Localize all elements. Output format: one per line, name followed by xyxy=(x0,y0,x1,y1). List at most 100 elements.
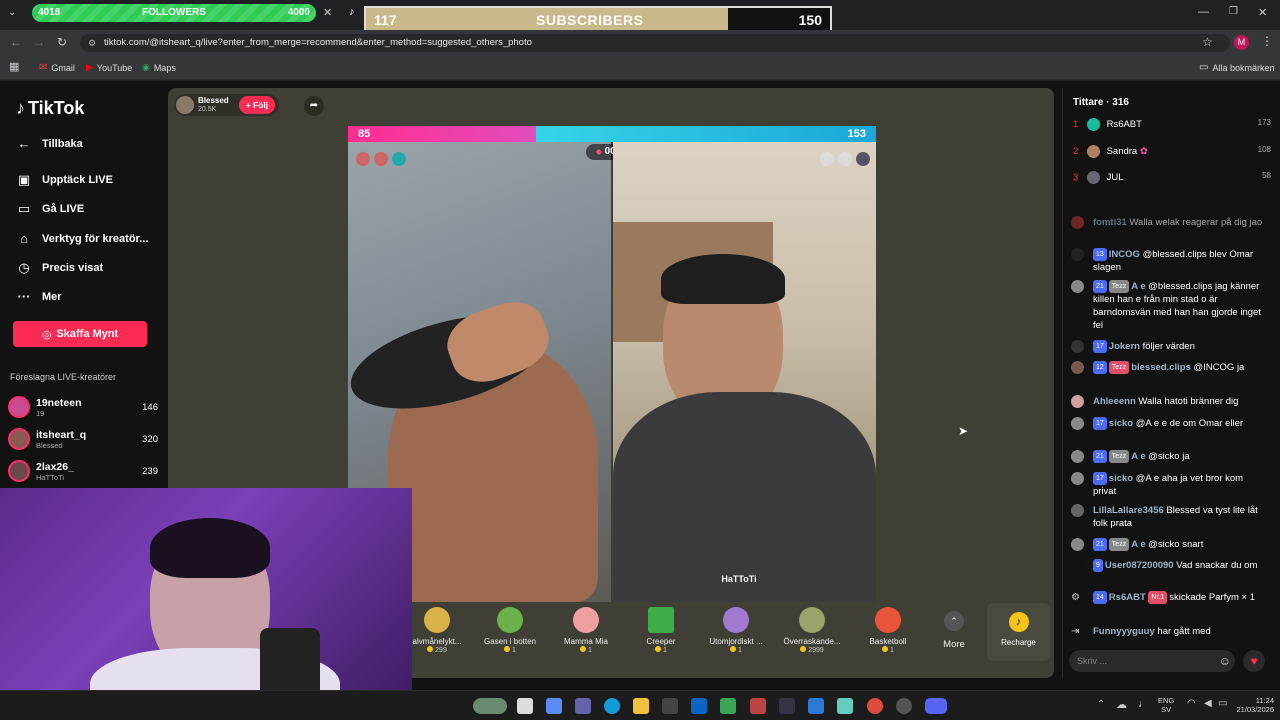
window-close-icon[interactable]: ✕ xyxy=(1258,6,1267,19)
chat-message: 13 INCOG @blessed.clips blev Omar slagen xyxy=(1071,248,1267,274)
gift-more-button[interactable]: ⌃ More xyxy=(917,607,991,650)
edge-icon[interactable] xyxy=(604,698,620,714)
gift-item[interactable]: Överraskande... 2999 xyxy=(775,607,849,654)
tab-search-chevron-icon[interactable]: ⌄ xyxy=(8,7,16,18)
url-field[interactable]: ⚙ tiktok.com/@itsheart_q/live?enter_from… xyxy=(80,34,1230,52)
suggested-creator[interactable]: itsheart_q Blessed 320 xyxy=(8,428,158,450)
bookmark-maps[interactable]: ◉ Maps xyxy=(142,62,176,73)
gift-icon xyxy=(497,607,523,633)
gift-item[interactable]: Creeper 1 xyxy=(624,607,698,654)
file-explorer-icon[interactable] xyxy=(633,698,649,714)
copilot-icon[interactable] xyxy=(546,698,562,714)
youtube-icon: ▶ xyxy=(86,62,93,72)
tray-chevron-up-icon[interactable]: ⌃ xyxy=(1097,699,1105,710)
tiktok-tab-icon[interactable]: ♪ xyxy=(349,6,355,18)
tab-close-icon[interactable]: ✕ xyxy=(323,6,332,19)
back-link[interactable]: ← Tillbaka xyxy=(16,136,83,152)
avatar[interactable] xyxy=(820,152,834,166)
bookmark-star-icon[interactable]: ☆ xyxy=(1202,35,1213,49)
bookmark-gmail[interactable]: ✉ Gmail xyxy=(39,62,75,73)
emoji-icon[interactable]: ☺ xyxy=(1219,650,1231,672)
discord-icon[interactable] xyxy=(925,698,947,714)
clock[interactable]: 11:24 21/03/2026 xyxy=(1226,696,1274,714)
volume-icon[interactable]: ◀ xyxy=(1204,698,1212,709)
get-coins-button[interactable]: ◎ Skaffa Mynt xyxy=(13,321,147,347)
follow-button[interactable]: + Följ xyxy=(238,96,276,114)
gift-item[interactable]: Gasen i botten 1 xyxy=(473,607,547,654)
microphone-icon[interactable]: ♩ xyxy=(1138,698,1149,710)
app-icon[interactable] xyxy=(779,698,795,714)
avatar[interactable] xyxy=(1071,417,1084,430)
chat-input[interactable]: Skriv ... ☺ xyxy=(1069,650,1235,672)
like-heart-icon[interactable]: ♥ xyxy=(1243,650,1265,672)
chat-message: 21 Tezz A e @sicko snart xyxy=(1071,538,1267,551)
teams-icon[interactable] xyxy=(575,698,591,714)
widgets-icon[interactable] xyxy=(473,698,507,714)
viewer-row[interactable]: 2 Sandra ✿ 108 xyxy=(1073,145,1271,158)
gift-item[interactable]: Basketboll 1 xyxy=(851,607,925,654)
avatar[interactable] xyxy=(1071,472,1084,485)
gift-icon xyxy=(648,607,674,633)
avatar[interactable] xyxy=(356,152,370,166)
viewer-row[interactable]: 3 JUL 58 xyxy=(1073,171,1271,184)
gift-item[interactable]: Mamma Mia 1 xyxy=(549,607,623,654)
right-live-video[interactable]: HaTToTi xyxy=(613,142,876,602)
all-bookmarks[interactable]: ▭ Alla bokmärken xyxy=(1199,62,1274,73)
restore-icon[interactable]: ❐ xyxy=(1229,6,1238,17)
avatar[interactable] xyxy=(374,152,388,166)
app-icon[interactable] xyxy=(837,698,853,714)
language-switcher[interactable]: ENG SV xyxy=(1158,696,1174,714)
avatar[interactable] xyxy=(1071,280,1084,293)
app-icon[interactable] xyxy=(808,698,824,714)
host-avatar[interactable] xyxy=(176,96,194,114)
back-arrow-icon[interactable]: ← xyxy=(10,35,22,49)
recharge-button[interactable]: ♪ Recharge xyxy=(987,603,1050,661)
avatar[interactable] xyxy=(1071,248,1084,261)
avatar[interactable] xyxy=(1071,395,1084,408)
avatar[interactable] xyxy=(838,152,852,166)
bookmark-youtube[interactable]: ▶ YouTube xyxy=(86,62,132,73)
shield-icon[interactable] xyxy=(720,698,736,714)
avatar[interactable] xyxy=(1071,504,1084,517)
nav-recently-viewed[interactable]: ◷ Precis visat xyxy=(16,260,103,276)
avatar[interactable] xyxy=(1071,340,1084,353)
share-icon[interactable]: ➦ xyxy=(304,96,324,116)
viewer-row[interactable]: 1 Rs6ABT 173 xyxy=(1073,118,1271,131)
avatar[interactable] xyxy=(1071,538,1084,551)
avatar[interactable] xyxy=(1071,559,1084,572)
chat-message: ⇥ Funnyyyguuy har gått med xyxy=(1071,626,1211,637)
gift-icon: ⚙ xyxy=(1071,592,1080,603)
profile-avatar[interactable]: M xyxy=(1234,35,1249,50)
minimize-icon[interactable]: — xyxy=(1198,6,1209,18)
wifi-icon[interactable]: ◠ xyxy=(1187,698,1196,709)
coin-icon xyxy=(655,646,662,652)
apps-grid-icon[interactable]: ▦ xyxy=(9,60,19,73)
suggested-creator[interactable]: 2lax26_ HaTToTi 239 xyxy=(8,460,158,482)
menu-dots-icon[interactable]: ⋮ xyxy=(1261,34,1273,48)
history-icon: ◷ xyxy=(18,260,30,275)
windows-taskbar: ⌃ ☁ ♩ ENG SV ◠ ◀ ▭ 11:24 21/03/2026 xyxy=(0,690,1280,720)
app-icon[interactable] xyxy=(750,698,766,714)
avatar[interactable] xyxy=(1071,216,1084,229)
chrome-icon[interactable] xyxy=(867,698,883,714)
reload-icon[interactable]: ↻ xyxy=(57,35,67,49)
tiktok-logo[interactable]: ♪ TikTok xyxy=(16,98,84,119)
outlook-icon[interactable] xyxy=(691,698,707,714)
suggested-creator[interactable]: 19neteen 19 146 xyxy=(8,396,158,418)
avatar[interactable] xyxy=(1071,361,1084,374)
nav-creator-tools[interactable]: ⌂ Verktyg för kreatör... xyxy=(16,231,148,247)
avatar[interactable] xyxy=(856,152,870,166)
gift-item[interactable]: Utomjordiskt ... 1 xyxy=(699,607,773,654)
forward-arrow-icon[interactable]: → xyxy=(33,35,45,49)
right-streamer-cap xyxy=(661,254,785,304)
site-info-icon[interactable]: ⚙ xyxy=(88,34,96,52)
avatar[interactable] xyxy=(392,152,406,166)
nav-discover-live[interactable]: ▣ Upptäck LIVE xyxy=(16,172,113,188)
task-view-icon[interactable] xyxy=(517,698,533,714)
nav-more[interactable]: ··· Mer xyxy=(16,289,62,305)
avatar[interactable] xyxy=(1071,450,1084,463)
obs-icon[interactable] xyxy=(896,698,912,714)
nav-go-live[interactable]: ▭ Gå LIVE xyxy=(16,201,84,217)
store-icon[interactable] xyxy=(662,698,678,714)
tray-app-icon[interactable]: ☁ xyxy=(1116,698,1127,711)
